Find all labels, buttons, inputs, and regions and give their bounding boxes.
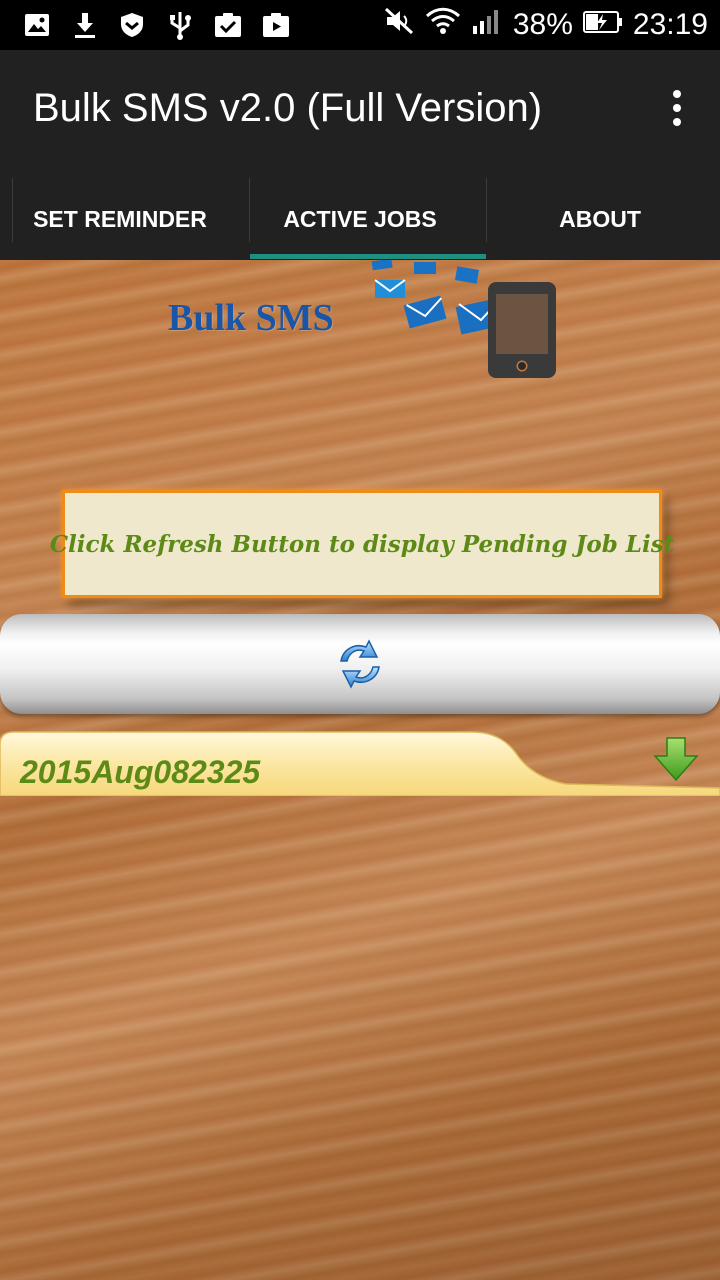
wifi-icon (425, 6, 461, 44)
tab-divider (486, 178, 487, 242)
tab-divider (12, 178, 13, 242)
signal-icon (471, 6, 503, 44)
tab-label: SET REMINDER (33, 205, 207, 232)
status-bar: 38% 23:19 (0, 0, 720, 50)
clipboard-check-icon (213, 10, 243, 40)
main-content: Bulk SMS Click Refresh Button to display… (0, 260, 720, 1280)
logo-text: Bulk SMS (168, 297, 334, 339)
bulk-sms-logo-icon (371, 260, 556, 378)
tab-about[interactable]: ABOUT (480, 178, 720, 260)
battery-charging-icon (582, 8, 623, 42)
tab-label: ACTIVE JOBS (283, 205, 437, 232)
play-store-icon (261, 10, 291, 40)
image-icon (22, 10, 52, 40)
tab-bar: SET REMINDER ACTIVE JOBS ABOUT (0, 178, 720, 260)
tab-active-jobs[interactable]: ACTIVE JOBS (240, 178, 480, 260)
app-title: Bulk SMS v2.0 (Full Version) (33, 86, 543, 130)
refresh-button[interactable] (0, 614, 720, 714)
clock: 23:19 (632, 8, 708, 41)
tab-label: ABOUT (559, 205, 641, 232)
down-arrow-icon[interactable] (652, 736, 700, 782)
mute-icon (383, 6, 415, 44)
usb-icon (165, 10, 195, 40)
battery-percent: 38% (512, 8, 573, 41)
job-label: 2015Aug082325 (20, 754, 261, 790)
app-bar: Bulk SMS v2.0 (Full Version) (0, 50, 720, 178)
tab-selected-indicator (250, 254, 486, 259)
info-text: Click Refresh Button to display Pending … (49, 530, 675, 558)
tab-divider (249, 178, 250, 242)
tab-set-reminder[interactable]: SET REMINDER (0, 178, 240, 260)
job-list-item[interactable]: 2015Aug082325 (0, 730, 720, 796)
download-icon (70, 10, 100, 40)
refresh-icon (340, 639, 380, 689)
shield-icon (117, 10, 147, 40)
overflow-menu-icon[interactable] (670, 90, 684, 130)
info-box: Click Refresh Button to display Pending … (50, 490, 674, 598)
